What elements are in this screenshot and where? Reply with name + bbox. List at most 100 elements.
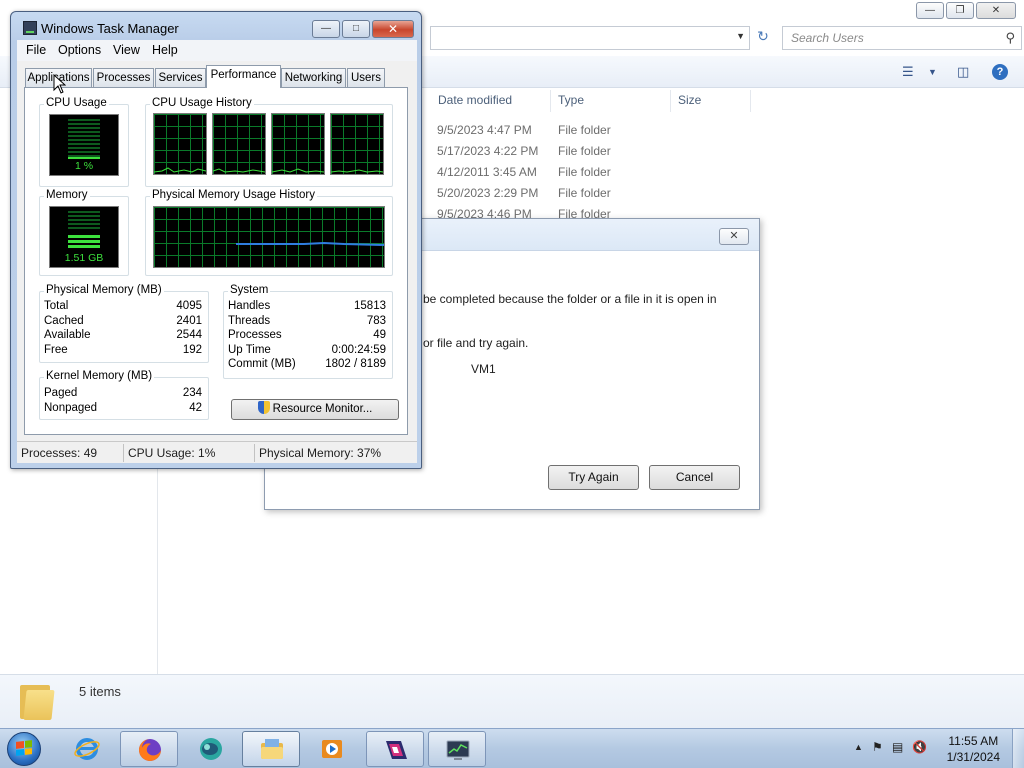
- system-clock[interactable]: 11:55 AM 1/31/2024: [947, 733, 1000, 765]
- menu-help[interactable]: Help: [152, 43, 178, 57]
- file-row[interactable]: 5/20/2023 2:29 PM File folder: [420, 183, 780, 204]
- status-separator: [254, 444, 255, 462]
- preview-pane-icon[interactable]: ◫: [957, 64, 969, 80]
- restore-button[interactable]: ❐: [946, 2, 974, 19]
- mouse-cursor-icon: [53, 74, 66, 94]
- memory-group: Memory 1.51 GB: [39, 189, 129, 276]
- taskbar-internet-explorer[interactable]: [58, 731, 116, 767]
- refresh-icon[interactable]: ↻: [752, 28, 774, 48]
- column-separator[interactable]: [550, 90, 551, 112]
- stat-value: 0:00:24:59: [331, 344, 386, 356]
- maximize-button[interactable]: □: [342, 20, 370, 38]
- menu-bar: File Options View Help: [17, 40, 417, 61]
- file-row[interactable]: 9/5/2023 4:47 PM File folder: [420, 120, 780, 141]
- shield-icon: [257, 401, 270, 414]
- memory-value: 1.51 GB: [64, 252, 104, 264]
- chevron-down-icon[interactable]: ▼: [928, 67, 937, 77]
- search-icon[interactable]: ⚲: [1005, 30, 1015, 46]
- minimize-button[interactable]: —: [916, 2, 944, 19]
- tab-services[interactable]: Services: [155, 68, 206, 87]
- taskbar-task-manager[interactable]: [428, 731, 486, 767]
- menu-options[interactable]: Options: [58, 43, 101, 57]
- stat-value: 15813: [354, 300, 386, 312]
- stat-value: 234: [182, 387, 202, 399]
- cancel-button[interactable]: Cancel: [649, 465, 740, 490]
- kernel-memory-group: Kernel Memory (MB) Paged 234 Nonpaged 42: [39, 370, 209, 420]
- status-separator: [123, 444, 124, 462]
- column-separator[interactable]: [670, 90, 671, 112]
- stat-label: Total: [44, 300, 69, 312]
- status-memory: Physical Memory: 37%: [259, 446, 382, 460]
- resource-monitor-label: Resource Monitor...: [272, 403, 373, 415]
- stat-label: Threads: [228, 315, 271, 327]
- taskbar-app-globe[interactable]: [182, 731, 240, 767]
- view-options-icon[interactable]: ☰: [902, 64, 914, 80]
- stat-label: Free: [44, 344, 68, 356]
- tab-networking[interactable]: Networking: [281, 68, 346, 87]
- taskbar: ▲ ⚑ ▤ 🔇 11:55 AM 1/31/2024: [0, 728, 1024, 768]
- stat-value: 192: [182, 344, 202, 356]
- search-placeholder: Search Users: [791, 31, 864, 45]
- stat-label: Handles: [228, 300, 271, 312]
- stat-value: 2544: [176, 329, 202, 341]
- task-manager-window: Windows Task Manager — □ ✕ File Options …: [10, 11, 422, 469]
- stat-value: 42: [189, 402, 202, 414]
- tab-users[interactable]: Users: [347, 68, 385, 87]
- column-separator[interactable]: [750, 90, 751, 112]
- menu-view[interactable]: View: [113, 43, 140, 57]
- column-size[interactable]: Size: [678, 93, 701, 107]
- search-input[interactable]: Search Users ⚲: [782, 26, 1022, 50]
- file-type: File folder: [558, 165, 611, 179]
- column-type[interactable]: Type: [558, 93, 584, 107]
- start-button[interactable]: [4, 731, 44, 767]
- help-icon[interactable]: ?: [992, 64, 1008, 80]
- stat-value: 2401: [176, 315, 202, 327]
- task-manager-client: Applications Processes Services Performa…: [17, 61, 417, 463]
- network-icon[interactable]: ▤: [892, 740, 903, 754]
- close-button[interactable]: ✕: [372, 20, 414, 38]
- app-logo-icon: [386, 741, 407, 759]
- chevron-down-icon[interactable]: ▼: [736, 31, 745, 41]
- file-type: File folder: [558, 123, 611, 137]
- file-row[interactable]: 5/17/2023 4:22 PM File folder: [420, 141, 780, 162]
- stat-label: Cached: [44, 315, 84, 327]
- taskbar-media-player[interactable]: [304, 731, 362, 767]
- stat-label: Available: [44, 329, 91, 341]
- show-hidden-icons-icon[interactable]: ▲: [854, 742, 863, 752]
- internet-explorer-icon: [74, 738, 100, 760]
- system-group: System Handles 15813 Threads 783 Processes…: [223, 284, 393, 379]
- column-date-modified[interactable]: Date modified: [438, 93, 512, 107]
- dialog-instruction: or file and try again.: [423, 336, 529, 350]
- minimize-button[interactable]: —: [312, 20, 340, 38]
- memory-history-group: Physical Memory Usage History: [145, 189, 393, 276]
- menu-file[interactable]: File: [26, 43, 46, 57]
- stat-label: Nonpaged: [44, 402, 98, 414]
- taskbar-firefox[interactable]: [120, 731, 178, 767]
- taskbar-windows-explorer[interactable]: [242, 731, 300, 767]
- resource-monitor-button[interactable]: Resource Monitor...: [231, 399, 399, 420]
- action-center-flag-icon[interactable]: ⚑: [872, 740, 883, 754]
- folder-icon: [20, 683, 55, 721]
- stat-label: Paged: [44, 387, 78, 399]
- cpu-history-graph-core4: [330, 113, 384, 175]
- stat-handles: Handles 15813: [224, 300, 392, 315]
- volume-muted-icon[interactable]: 🔇: [912, 740, 927, 754]
- clock-date: 1/31/2024: [946, 750, 1000, 764]
- taskbar-app-running[interactable]: [366, 731, 424, 767]
- cpu-history-group: CPU Usage History: [145, 97, 393, 187]
- show-desktop-button[interactable]: [1012, 729, 1024, 768]
- media-player-icon: [322, 740, 342, 758]
- cpu-history-label: CPU Usage History: [150, 97, 254, 109]
- address-bar[interactable]: ▼: [430, 26, 750, 50]
- stat-label: Commit (MB): [228, 358, 296, 370]
- performance-page: CPU Usage 1 % CPU Usage History Memory 1…: [24, 87, 408, 435]
- try-again-button[interactable]: Try Again: [548, 465, 639, 490]
- task-manager-icon[interactable]: [23, 21, 37, 35]
- close-button[interactable]: ✕: [976, 2, 1016, 19]
- tab-performance[interactable]: Performance: [206, 65, 281, 88]
- notification-area: ▲ ⚑ ▤ 🔇 11:55 AM 1/31/2024: [834, 729, 1024, 768]
- tab-processes[interactable]: Processes: [93, 68, 154, 87]
- dialog-close-button[interactable]: ✕: [719, 228, 749, 245]
- file-row[interactable]: 4/12/2011 3:45 AM File folder: [420, 162, 780, 183]
- kernel-memory-label: Kernel Memory (MB): [44, 370, 155, 382]
